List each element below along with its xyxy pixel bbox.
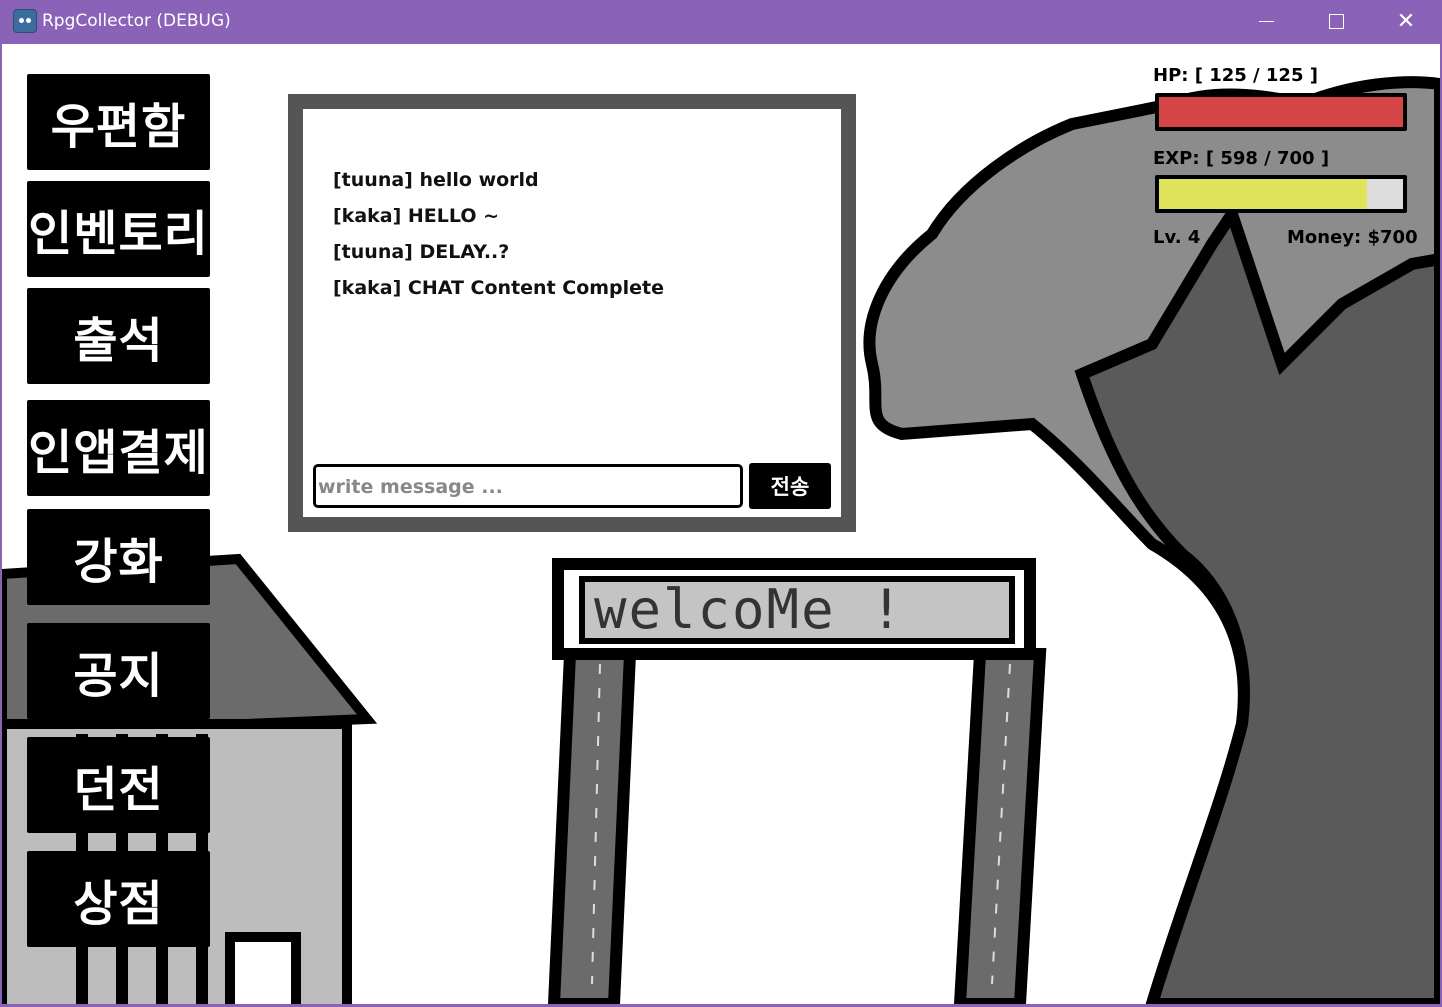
exp-bar — [1155, 175, 1407, 213]
welcome-sign-text: welcoMe ! — [594, 582, 905, 638]
chat-message: [tuuna] DELAY..? — [333, 241, 510, 263]
app-window: RpgCollector (DEBUG) ✕ welcoMe ! 우편함 인벤토… — [0, 0, 1442, 1007]
shop-button[interactable]: 상점 — [27, 851, 210, 947]
notice-button[interactable]: 공지 — [27, 623, 210, 719]
chat-send-button[interactable]: 전송 — [749, 463, 831, 509]
close-icon: ✕ — [1396, 9, 1416, 34]
inventory-button[interactable]: 인벤토리 — [27, 181, 210, 277]
tree — [863, 76, 1440, 1004]
window-title: RpgCollector (DEBUG) — [42, 11, 231, 31]
chat-message: [kaka] CHAT Content Complete — [333, 277, 665, 299]
exp-bar-fill — [1159, 179, 1368, 209]
minimize-icon — [1258, 21, 1274, 22]
maximize-icon — [1328, 14, 1344, 29]
dungeon-button[interactable]: 던전 — [27, 737, 210, 833]
exp-label: EXP: [ 598 / 700 ] — [1153, 148, 1330, 169]
enhance-button[interactable]: 강화 — [27, 509, 210, 605]
title-bar[interactable]: RpgCollector (DEBUG) ✕ — [0, 0, 1442, 43]
in-app-purchase-button[interactable]: 인앱결제 — [27, 400, 210, 496]
chat-message: [tuuna] hello world — [333, 169, 539, 191]
hp-label: HP: [ 125 / 125 ] — [1153, 65, 1318, 86]
level-label: Lv. 4 — [1153, 227, 1201, 248]
maximize-button[interactable] — [1304, 0, 1368, 43]
game-viewport: welcoMe ! 우편함 인벤토리 출석 인앱결제 강화 공지 던전 상점 [… — [2, 44, 1440, 1004]
chat-message-input[interactable]: write message ... — [313, 464, 743, 508]
mailbox-button[interactable]: 우편함 — [27, 74, 210, 170]
attendance-button[interactable]: 출석 — [27, 288, 210, 384]
hp-bar — [1155, 93, 1407, 131]
close-button[interactable]: ✕ — [1374, 0, 1438, 43]
hp-bar-fill — [1159, 97, 1403, 127]
godot-app-icon — [13, 9, 37, 33]
minimize-button[interactable] — [1234, 0, 1298, 43]
chat-message: [kaka] HELLO ~ — [333, 205, 499, 227]
money-label: Money: $700 — [1287, 227, 1418, 248]
